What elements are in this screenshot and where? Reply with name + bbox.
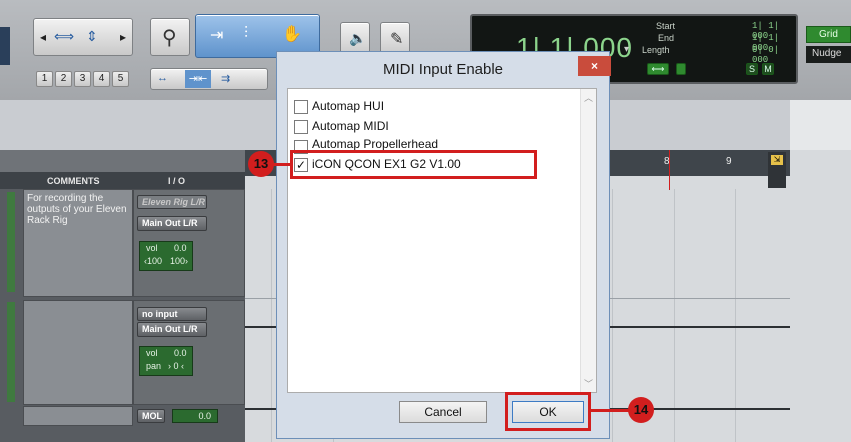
- callout-highlight-box: [505, 392, 591, 431]
- volume-value[interactable]: 0.0: [172, 409, 218, 423]
- bar-9-label: 9: [726, 156, 732, 167]
- input-selector[interactable]: Eleven Rig L/R: [137, 195, 207, 209]
- track-color-strip: [7, 302, 15, 402]
- track-comment: For recording the outputs of your Eleven…: [27, 193, 127, 226]
- pan-value[interactable]: › 0 ‹: [168, 361, 184, 371]
- scroll-down-icon[interactable]: ﹀: [584, 377, 593, 390]
- shuffle-icon[interactable]: ↔: [157, 72, 168, 84]
- length-label: Length: [642, 45, 670, 55]
- left-panel-edge: [0, 27, 10, 65]
- edit-mode-buttons[interactable]: ↔ ⇥⇤ ⇉: [150, 68, 268, 90]
- marker-tool-icon[interactable]: ⇲: [771, 155, 783, 165]
- m-toggle[interactable]: M: [762, 63, 774, 75]
- ruler-tools: ⇲: [768, 152, 786, 188]
- zoomer-tool-button[interactable]: ⚲: [150, 18, 190, 56]
- next-arrow-icon[interactable]: ▸: [120, 30, 126, 44]
- speaker-icon: 🔈: [349, 30, 367, 46]
- pan-label: pan: [146, 361, 162, 371]
- grid-button[interactable]: Grid: [806, 26, 851, 43]
- io-column-header[interactable]: I / O: [168, 176, 185, 186]
- volume-label: vol: [146, 348, 158, 358]
- automap-propellerhead-label[interactable]: Automap Propellerhead: [312, 137, 438, 151]
- dialog-title: MIDI Input Enable: [382, 61, 504, 78]
- link-selection-icon[interactable]: [676, 63, 686, 75]
- grid-line: [612, 189, 613, 442]
- automap-hui-checkbox[interactable]: [294, 100, 308, 114]
- volume-value[interactable]: 0.0: [174, 348, 187, 358]
- track-color-strip: [7, 192, 15, 292]
- playhead-marker: [669, 150, 670, 190]
- input-selector[interactable]: no input: [137, 307, 207, 321]
- output-selector[interactable]: MOL: [137, 409, 165, 423]
- zoom-toggle-group[interactable]: ◂ ⟺ ⇕ ▸: [33, 18, 133, 56]
- grid-line: [735, 189, 736, 442]
- link-timeline-icon[interactable]: ⟷: [647, 63, 669, 75]
- zoom-preset-4[interactable]: 4: [93, 71, 110, 87]
- volume-pan-box[interactable]: vol 0.0 pan › 0 ‹: [139, 346, 193, 376]
- callout-connector: [590, 409, 630, 412]
- column-header-bar: [0, 172, 245, 189]
- grid-line: [674, 189, 675, 442]
- grid-line: [271, 189, 272, 442]
- counter-dropdown-icon[interactable]: ▾: [624, 44, 629, 55]
- slip-mode-icon[interactable]: ⇥⇤: [185, 70, 211, 88]
- pan-left-value[interactable]: ‹100: [144, 256, 162, 266]
- length-value[interactable]: 0| 0| 000: [752, 45, 796, 65]
- midi-device-list[interactable]: ︿ ﹀ Automap HUI Automap MIDI Automap Pro…: [287, 88, 597, 393]
- zoom-preset-5[interactable]: 5: [112, 71, 129, 87]
- magnifier-icon: ⚲: [162, 27, 177, 49]
- output-selector[interactable]: Main Out L/R: [137, 322, 207, 337]
- automap-hui-label[interactable]: Automap HUI: [312, 99, 384, 113]
- spot-mode-icon[interactable]: ⇉: [221, 72, 230, 85]
- midi-input-enable-dialog: MIDI Input Enable × ︿ ﹀ Automap HUI Auto…: [276, 51, 611, 439]
- pencil-icon: ✎: [390, 31, 404, 48]
- comment-cell[interactable]: [23, 300, 133, 405]
- zoom-preset-3[interactable]: 3: [74, 71, 91, 87]
- automap-midi-checkbox[interactable]: [294, 120, 308, 134]
- comments-column-header[interactable]: COMMENTS: [47, 176, 100, 186]
- callout-highlight-box: [290, 150, 537, 179]
- vertical-zoom-icon[interactable]: ⇕: [86, 28, 98, 45]
- pan-right-value[interactable]: 100›: [170, 256, 188, 266]
- prev-arrow-icon[interactable]: ◂: [40, 30, 46, 44]
- end-label: End: [658, 33, 675, 43]
- horizontal-zoom-icon[interactable]: ⟺: [54, 28, 74, 45]
- selector-tool-icon[interactable]: ⫶: [244, 25, 248, 43]
- cancel-button[interactable]: Cancel: [399, 401, 487, 423]
- close-button[interactable]: ×: [578, 56, 611, 76]
- s-toggle[interactable]: S: [746, 63, 758, 75]
- zoom-preset-2[interactable]: 2: [55, 71, 72, 87]
- zoom-preset-1[interactable]: 1: [36, 71, 53, 87]
- volume-value[interactable]: 0.0: [174, 243, 187, 253]
- automap-midi-label[interactable]: Automap MIDI: [312, 119, 389, 133]
- output-selector[interactable]: Main Out L/R: [137, 216, 207, 231]
- comment-cell[interactable]: [23, 406, 133, 426]
- scroll-up-icon[interactable]: ︿: [584, 91, 593, 104]
- nudge-button[interactable]: Nudge: [806, 46, 851, 63]
- volume-label: vol: [146, 243, 158, 253]
- start-label: Start: [656, 21, 676, 31]
- callout-14-badge: 14: [628, 397, 654, 423]
- grabber-hand-icon[interactable]: ✋: [282, 24, 302, 44]
- volume-pan-box[interactable]: vol 0.0 ‹100 100›: [139, 241, 193, 271]
- list-scrollbar[interactable]: ︿ ﹀: [580, 89, 596, 392]
- trim-tool-icon[interactable]: ⇥: [210, 25, 223, 45]
- callout-13-badge: 13: [248, 151, 274, 177]
